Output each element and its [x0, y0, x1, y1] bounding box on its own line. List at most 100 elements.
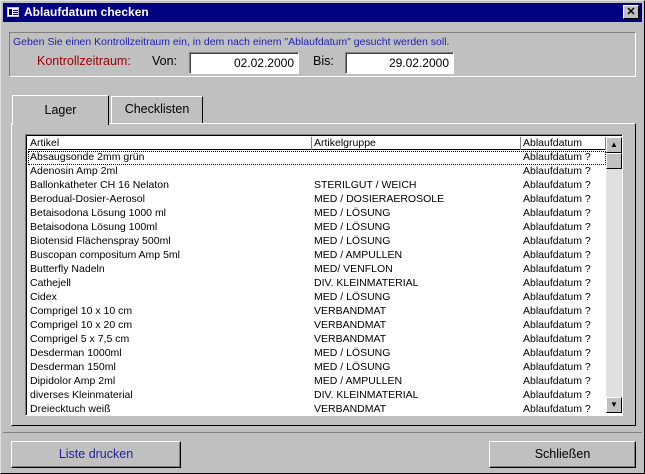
tab-checklisten[interactable]: Checklisten: [111, 96, 203, 123]
list-row[interactable]: Desderman 1000ml MED / LÖSUNG Ablaufdatum …: [28, 347, 606, 361]
list-row[interactable]: Buscopan compositum Amp 5ml MED / AMPULLE…: [28, 249, 606, 263]
cell-ablaufdatum: Ablaufdatum ?: [523, 375, 591, 387]
cell-artikelgruppe: VERBANDMAT: [314, 333, 387, 345]
list-row[interactable]: Cathejell DIV. KLEINMATERIAL Ablaufdatum ?: [28, 277, 606, 291]
cell-artikelgruppe: DIV. KLEINMATERIAL: [314, 389, 419, 401]
cell-artikel: Dipidolor Amp 2ml: [30, 375, 116, 387]
cell-artikel: Desderman 150ml: [30, 361, 116, 373]
cell-ablaufdatum: Ablaufdatum ?: [523, 165, 591, 177]
cell-ablaufdatum: Ablaufdatum ?: [523, 235, 591, 247]
cell-artikel: Comprigel 10 x 20 cm: [30, 319, 133, 331]
cell-artikelgruppe: STERILGUT / WEICH: [314, 179, 417, 191]
cell-artikel: Ballonkatheter CH 16 Nelaton: [30, 179, 169, 191]
list-row[interactable]: diverses Kleinmaterial DIV. KLEINMATERIAL…: [28, 389, 606, 403]
close-window-button[interactable]: ✕: [623, 5, 639, 19]
list-row[interactable]: Butterfly Nadeln MED/ VENFLON Ablaufdatum …: [28, 263, 606, 277]
column-header-ablaufdatum[interactable]: Ablaufdatum: [521, 137, 606, 150]
column-header-artikelgruppe[interactable]: Artikelgruppe: [312, 137, 521, 150]
cell-ablaufdatum: Ablaufdatum ?: [523, 277, 591, 289]
bis-label: Bis:: [313, 54, 334, 68]
cell-artikel: Comprigel 5 x 7,5 cm: [30, 333, 130, 345]
cell-ablaufdatum: Ablaufdatum ?: [523, 333, 591, 345]
list-row[interactable]: Comprigel 10 x 20 cm VERBANDMAT Ablaufdatu…: [28, 319, 606, 333]
dialog-window: Ablaufdatum checken ✕ Geben Sie einen Ko…: [0, 0, 645, 474]
list-row[interactable]: Dipidolor Amp 2ml MED / AMPULLEN Ablaufdat…: [28, 375, 606, 389]
form-icon: [7, 7, 19, 17]
cell-artikelgruppe: MED / LÖSUNG: [314, 347, 391, 359]
cell-artikelgruppe: MED / LÖSUNG: [314, 235, 391, 247]
cell-artikel: diverses Kleinmaterial: [30, 389, 133, 401]
list-row[interactable]: Adenosin Amp 2ml Ablaufdatum ?: [28, 165, 606, 179]
scroll-down-button[interactable]: ▼: [606, 397, 622, 413]
list-row[interactable]: Cidex MED / LÖSUNG Ablaufdatum ?: [28, 291, 606, 305]
cell-artikelgruppe: DIV. KLEINMATERIAL: [314, 277, 419, 289]
cell-artikel: Adenosin Amp 2ml: [30, 165, 118, 177]
cell-ablaufdatum: Ablaufdatum ?: [523, 151, 591, 163]
article-list[interactable]: Artikel Artikelgruppe Ablaufdatum Absaug…: [25, 134, 623, 416]
cell-ablaufdatum: Ablaufdatum ?: [523, 263, 591, 275]
cell-ablaufdatum: Ablaufdatum ?: [523, 291, 591, 303]
scroll-thumb[interactable]: [606, 153, 622, 169]
cell-ablaufdatum: Ablaufdatum ?: [523, 207, 591, 219]
title-bar[interactable]: Ablaufdatum checken ✕: [3, 3, 642, 22]
cell-artikel: Cathejell: [30, 277, 71, 289]
list-row[interactable]: Betaisodona Lösung 100ml MED / LÖSUNG Abla…: [28, 221, 606, 235]
button-bar: Liste drucken Schließen: [3, 432, 642, 472]
cell-artikelgruppe: MED / AMPULLEN: [314, 249, 403, 261]
list-row[interactable]: Comprigel 10 x 10 cm VERBANDMAT Ablaufdatu…: [28, 305, 606, 319]
list-rows: Absaugsonde 2mm grün Ablaufdatum ? Adenosi…: [28, 151, 606, 415]
cell-ablaufdatum: Ablaufdatum ?: [523, 179, 591, 191]
cell-artikelgruppe: VERBANDMAT: [314, 403, 387, 415]
cell-ablaufdatum: Ablaufdatum ?: [523, 347, 591, 359]
cell-artikelgruppe: MED / AMPULLEN: [314, 375, 403, 387]
filter-panel: Geben Sie einen Kontrollzeitraum ein, in…: [9, 32, 636, 77]
cell-artikelgruppe: MED/ VENFLON: [314, 263, 393, 275]
cell-artikel: Dreiecktuch weiß: [30, 403, 111, 415]
cell-artikelgruppe: VERBANDMAT: [314, 305, 387, 317]
cell-ablaufdatum: Ablaufdatum ?: [523, 361, 591, 373]
list-header: Artikel Artikelgruppe Ablaufdatum: [28, 137, 606, 150]
cell-artikel: Betaisodona Lösung 100ml: [30, 221, 158, 233]
list-row[interactable]: Biotensid Flächenspray 500ml MED / LÖSUNG…: [28, 235, 606, 249]
tab-lager[interactable]: Lager: [12, 95, 109, 125]
cell-artikelgruppe: MED / LÖSUNG: [314, 291, 391, 303]
cell-ablaufdatum: Ablaufdatum ?: [523, 403, 591, 415]
cell-artikelgruppe: MED / DOSIERAEROSOLE: [314, 193, 445, 205]
kontrollzeitraum-label: Kontrollzeitraum:: [37, 54, 131, 68]
window-title: Ablaufdatum checken: [24, 5, 149, 19]
cell-ablaufdatum: Ablaufdatum ?: [523, 249, 591, 261]
vertical-scrollbar[interactable]: ▲ ▼: [606, 137, 622, 413]
cell-artikelgruppe: MED / LÖSUNG: [314, 207, 391, 219]
cell-ablaufdatum: Ablaufdatum ?: [523, 389, 591, 401]
cell-artikelgruppe: MED / LÖSUNG: [314, 361, 391, 373]
cell-artikel: Butterfly Nadeln: [30, 263, 105, 275]
list-row[interactable]: Dreiecktuch weiß VERBANDMAT Ablaufdatum ?: [28, 403, 606, 415]
list-row[interactable]: Comprigel 5 x 7,5 cm VERBANDMAT Ablaufdatu…: [28, 333, 606, 347]
print-list-button[interactable]: Liste drucken: [11, 441, 181, 468]
von-date-field[interactable]: 02.02.2000: [189, 52, 299, 74]
list-row[interactable]: Absaugsonde 2mm grün Ablaufdatum ?: [28, 151, 606, 165]
cell-artikel: Berodual-Dosier-Aerosol: [30, 193, 145, 205]
list-row[interactable]: Desderman 150ml MED / LÖSUNG Ablaufdatum ?: [28, 361, 606, 375]
column-header-artikel[interactable]: Artikel: [28, 137, 312, 150]
cell-artikelgruppe: MED / LÖSUNG: [314, 221, 391, 233]
cell-artikel: Biotensid Flächenspray 500ml: [30, 235, 171, 247]
list-row[interactable]: Betaisodona Lösung 1000 ml MED / LÖSUNG Ab…: [28, 207, 606, 221]
cell-artikel: Absaugsonde 2mm grün: [30, 151, 145, 163]
cell-ablaufdatum: Ablaufdatum ?: [523, 221, 591, 233]
scroll-up-button[interactable]: ▲: [606, 137, 622, 153]
von-label: Von:: [152, 54, 178, 68]
cell-artikel: Comprigel 10 x 10 cm: [30, 305, 133, 317]
cell-artikelgruppe: VERBANDMAT: [314, 319, 387, 331]
close-button[interactable]: Schließen: [489, 441, 636, 468]
cell-ablaufdatum: Ablaufdatum ?: [523, 319, 591, 331]
cell-artikel: Desderman 1000ml: [30, 347, 122, 359]
list-row[interactable]: Berodual-Dosier-Aerosol MED / DOSIERAEROS…: [28, 193, 606, 207]
cell-artikel: Buscopan compositum Amp 5ml: [30, 249, 180, 261]
bis-date-field[interactable]: 29.02.2000: [345, 52, 454, 74]
cell-artikel: Betaisodona Lösung 1000 ml: [30, 207, 167, 219]
cell-artikel: Cidex: [30, 291, 57, 303]
cell-ablaufdatum: Ablaufdatum ?: [523, 305, 591, 317]
filter-hint: Geben Sie einen Kontrollzeitraum ein, in…: [13, 36, 450, 48]
list-row[interactable]: Ballonkatheter CH 16 Nelaton STERILGUT / …: [28, 179, 606, 193]
